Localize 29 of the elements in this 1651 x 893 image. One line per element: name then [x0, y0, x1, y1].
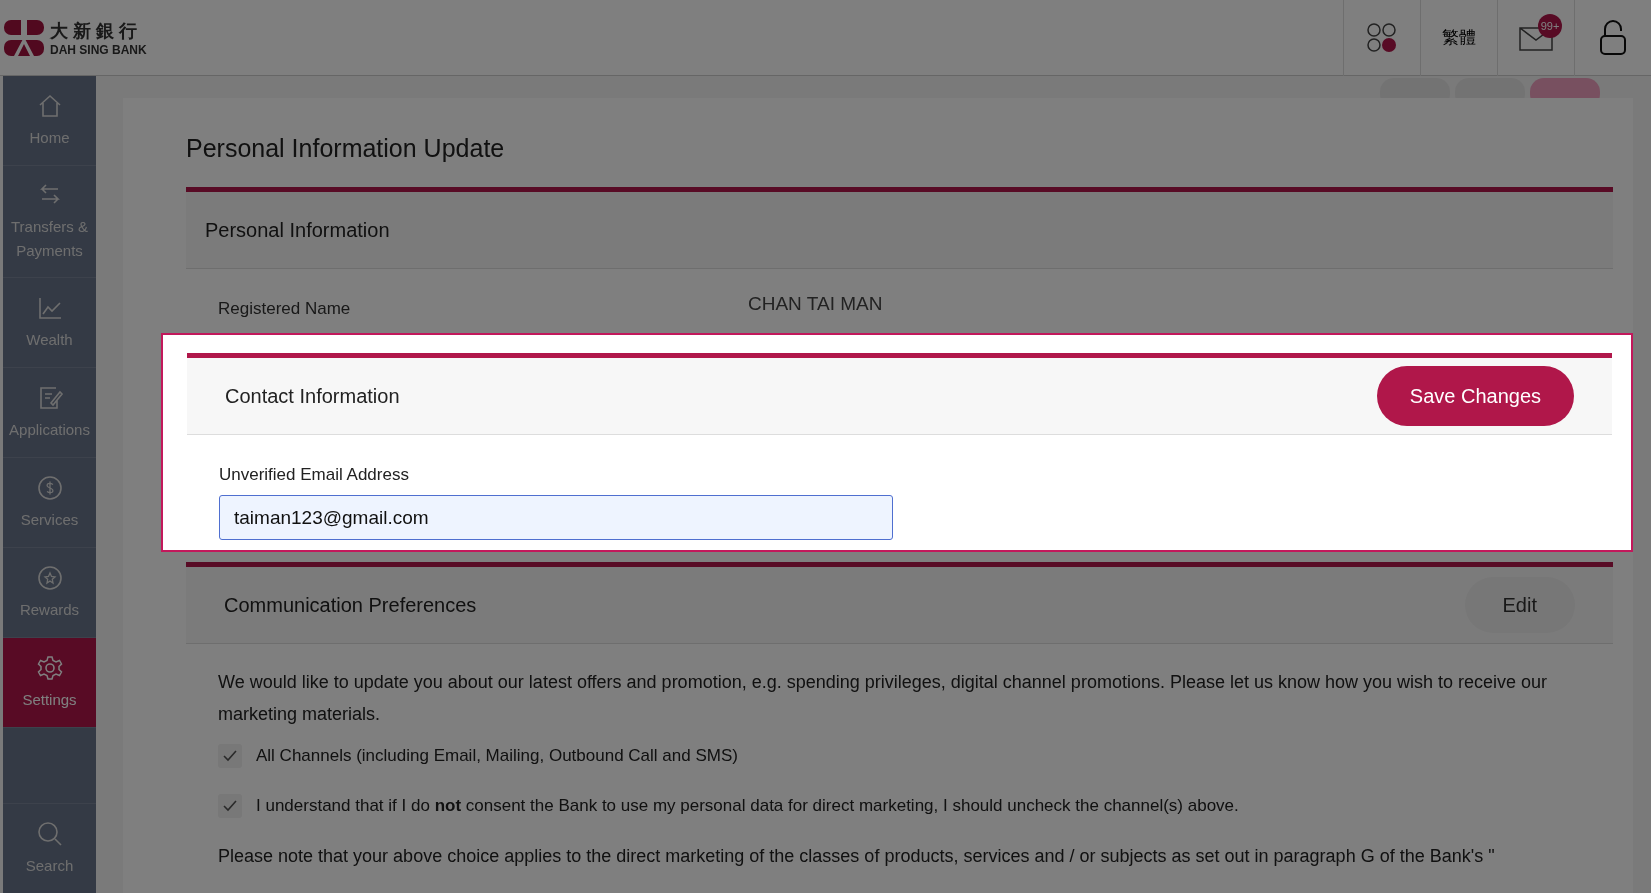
intro-paragraph: We would like to update you about our latest offers and promotion, e.g. spending privileges, digital channel promotions. Please let us know how you wish to receive our marketing materials. — [218, 671, 1549, 726]
search-icon — [35, 819, 64, 848]
checkbox-label: All Channels (including Email, Mailing, Outbound Call and SMS) — [256, 746, 738, 766]
section-title: Contact Information — [225, 384, 400, 408]
checkbox[interactable] — [218, 794, 242, 818]
bank-name-chinese: 大新銀行 — [50, 19, 143, 43]
save-button[interactable]: Save Changes — [1376, 366, 1574, 426]
email-input[interactable]: taiman123@gmail.com — [219, 495, 893, 540]
field-value: CHAN TAI MAN — [748, 293, 883, 316]
section-title: Communication Preferences — [224, 593, 477, 617]
field-label: Registered Name — [218, 298, 352, 319]
notification-badge: 99+ — [1538, 13, 1562, 38]
four-circles-icon — [1366, 21, 1398, 54]
checkbox-label: I understand that if I do not consent the Bank to use my personal data for direct marketing, I should uncheck the channel(s) above. — [256, 796, 1239, 816]
bank-logo-icon — [4, 19, 44, 56]
language-button[interactable]: 繁體 — [1420, 0, 1497, 76]
star-circle-icon — [35, 563, 64, 592]
field-label: Unverified Email Address — [219, 465, 410, 485]
note-paragraph: Please note that your above choice applies to the direct marketing of the classes of products, services and / or subjects as set out in paragraph G of the Bank's " — [218, 845, 1496, 868]
sidebar-item[interactable]: Settings — [3, 638, 96, 728]
checkbox[interactable] — [218, 744, 242, 768]
section-title: Personal Information — [205, 218, 390, 242]
page-title: Personal Information Update — [186, 134, 506, 163]
edit-button[interactable]: Edit — [1464, 577, 1575, 633]
padlock-icon — [1599, 19, 1627, 56]
bank-name-english: DAH SING BANK — [50, 42, 147, 57]
settings-icon — [35, 653, 64, 682]
mail-button[interactable]: 99+ — [1497, 0, 1574, 76]
dollar-circle-icon — [35, 473, 64, 502]
